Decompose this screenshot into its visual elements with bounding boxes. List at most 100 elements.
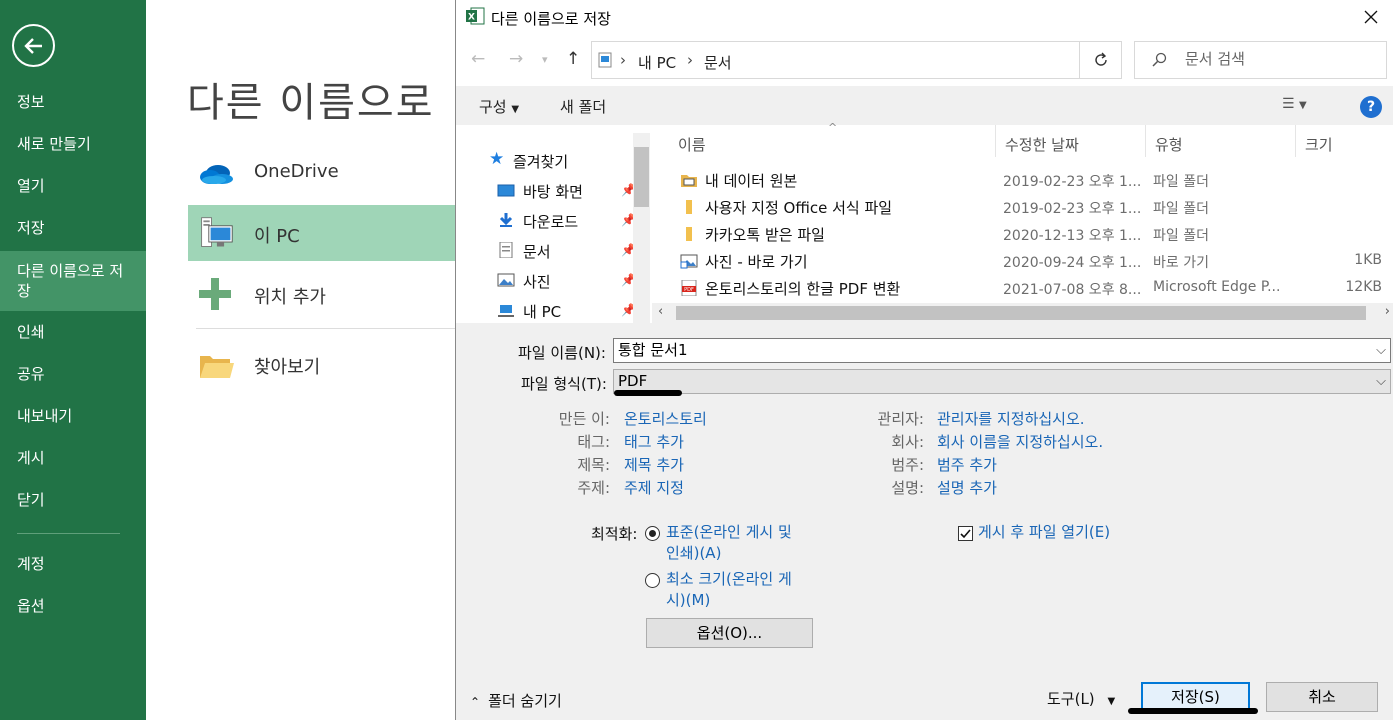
category-label: 범주: — [891, 456, 924, 474]
file-date: 2019-02-23 오후 1... — [1003, 174, 1142, 190]
folder-icon — [200, 356, 234, 378]
manager-label: 관리자: — [877, 410, 924, 428]
close-icon — [1364, 10, 1378, 24]
back-arrow-icon[interactable]: ← — [471, 49, 485, 69]
recent-dropdown-icon[interactable]: ▾ — [542, 53, 548, 66]
column-header-date[interactable]: 수정한 날짜 — [1005, 134, 1079, 155]
computer-small-icon — [598, 52, 612, 68]
options-button[interactable]: 옵션(O)... — [646, 618, 813, 648]
tree-item-this-pc[interactable]: 내 PC 📌 — [497, 298, 677, 324]
save-as-dialog: X 다른 이름으로 저장 ← → ▾ ↑ › 내 PC › 문서 문서 검색 구… — [455, 0, 1393, 720]
category-value[interactable]: 범주 추가 — [937, 454, 997, 475]
back-button[interactable] — [12, 24, 55, 67]
new-folder-button[interactable]: 새 폴더 — [560, 96, 606, 117]
hide-folders-toggle[interactable]: ⌃ 폴더 숨기기 — [470, 690, 562, 711]
file-row[interactable]: 내 데이터 원본 2019-02-23 오후 1... 파일 폴더 — [672, 167, 1388, 194]
breadcrumb[interactable]: › 내 PC › 문서 — [591, 41, 1122, 79]
column-header-type[interactable]: 유형 — [1155, 134, 1183, 155]
hide-folders-label: 폴더 숨기기 — [488, 692, 562, 710]
filename-input[interactable]: 통합 문서1 ⌵ — [613, 338, 1391, 363]
optimize-minimum-label[interactable]: 최소 크기(온라인 게 시)(M) — [666, 569, 792, 611]
tree-item-desktop[interactable]: 바탕 화면 📌 — [497, 178, 677, 204]
file-row[interactable]: PDF 온토리스토리의 한글 PDF 변환 2021-07-08 오후 8...… — [672, 275, 1388, 302]
refresh-button[interactable] — [1079, 41, 1122, 79]
file-date: 2021-07-08 오후 8... — [1003, 282, 1142, 298]
nav-save-as[interactable]: 다른 이름으로 저 장 — [0, 251, 146, 311]
shortcut-icon — [680, 254, 698, 269]
scroll-left-icon[interactable]: ‹ — [658, 304, 663, 319]
title-meta-value[interactable]: 제목 추가 — [624, 454, 684, 475]
author-label: 만든 이: — [558, 410, 610, 428]
nav-publish[interactable]: 게시 — [0, 448, 146, 468]
location-this-pc-label: 이 PC — [254, 226, 300, 247]
nav-open[interactable]: 열기 — [0, 176, 146, 196]
view-options-icon[interactable]: ☰ ▼ — [1282, 96, 1307, 112]
tree-item-downloads[interactable]: 다운로드 📌 — [497, 208, 677, 234]
open-after-publish-label[interactable]: 게시 후 파일 열기(E) — [978, 522, 1110, 543]
search-input[interactable] — [1185, 50, 1375, 68]
close-button[interactable] — [1348, 0, 1393, 34]
filetype-select[interactable]: PDF ⌵ — [613, 369, 1391, 394]
author-value[interactable]: 온토리스토리 — [624, 408, 707, 429]
comments-value[interactable]: 설명 추가 — [937, 477, 997, 498]
breadcrumb-item[interactable]: 문서 — [704, 52, 732, 73]
tree-item-label: 다운로드 — [523, 213, 579, 231]
pc-icon — [201, 217, 233, 247]
location-add-place[interactable]: 위치 추가 — [188, 266, 468, 322]
file-size: 12KB — [1345, 279, 1382, 295]
chevron-down-icon[interactable]: ⌵ — [1376, 339, 1386, 362]
open-after-publish-checkbox[interactable] — [958, 526, 973, 541]
horizontal-scrollbar-thumb[interactable] — [676, 306, 1366, 320]
tree-item-label: 바탕 화면 — [523, 183, 583, 201]
up-arrow-icon[interactable]: ↑ — [566, 49, 580, 69]
nav-info[interactable]: 정보 — [0, 92, 146, 112]
location-onedrive[interactable]: OneDrive — [188, 144, 468, 200]
tree-item-pictures[interactable]: 사진 📌 — [497, 268, 677, 294]
nav-close[interactable]: 닫기 — [0, 490, 146, 510]
subject-label: 주제: — [577, 479, 610, 497]
optimize-standard-label[interactable]: 표준(온라인 게시 및 인쇄)(A) — [666, 522, 792, 564]
file-name: 카카오톡 받은 파일 — [705, 226, 825, 244]
nav-share[interactable]: 공유 — [0, 364, 146, 384]
breadcrumb-item[interactable]: 내 PC — [638, 52, 676, 73]
search-box[interactable] — [1134, 41, 1387, 79]
manager-value[interactable]: 관리자를 지정하십시오. — [937, 408, 1085, 429]
optimize-standard-radio[interactable] — [645, 526, 660, 541]
column-header-size[interactable]: 크기 — [1305, 134, 1333, 155]
location-this-pc[interactable]: 이 PC — [188, 205, 468, 261]
company-value[interactable]: 회사 이름을 지정하십시오. — [937, 431, 1103, 452]
search-icon — [1152, 52, 1167, 67]
nav-new[interactable]: 새로 만들기 — [0, 134, 146, 154]
nav-save[interactable]: 저장 — [0, 218, 146, 238]
horizontal-scrollbar[interactable]: ‹ › — [652, 303, 1393, 323]
back-arrow-icon — [24, 38, 42, 54]
forward-arrow-icon[interactable]: → — [509, 49, 523, 69]
location-browse-label: 찾아보기 — [254, 357, 321, 378]
tools-menu[interactable]: 도구(L) ▼ — [1047, 688, 1115, 709]
file-date: 2019-02-23 오후 1... — [1003, 201, 1142, 217]
organize-label: 구성 — [479, 98, 507, 116]
pdf-icon: PDF — [681, 280, 697, 296]
file-row[interactable]: 카카오톡 받은 파일 2020-12-13 오후 1... 파일 폴더 — [672, 221, 1388, 248]
tags-value[interactable]: 태그 추가 — [624, 431, 684, 452]
plus-icon — [199, 278, 231, 310]
optimize-minimum-radio[interactable] — [645, 573, 660, 588]
help-button[interactable]: ? — [1360, 96, 1382, 118]
file-row[interactable]: 사용자 지정 Office 서식 파일 2019-02-23 오후 1... 파… — [672, 194, 1388, 221]
organize-button[interactable]: 구성 ▼ — [479, 96, 519, 117]
tree-scrollbar-thumb[interactable] — [634, 147, 649, 207]
excel-icon: X — [466, 7, 485, 25]
subject-value[interactable]: 주제 지정 — [624, 477, 684, 498]
nav-divider — [17, 533, 120, 534]
location-browse[interactable]: 찾아보기 — [188, 336, 468, 392]
scroll-right-icon[interactable]: › — [1385, 304, 1390, 319]
file-type: 파일 폴더 — [1153, 228, 1209, 244]
nav-print[interactable]: 인쇄 — [0, 322, 146, 342]
nav-options[interactable]: 옵션 — [0, 596, 146, 616]
file-row[interactable]: 사진 - 바로 가기 2020-09-24 오후 1... 바로 가기 1KB — [672, 248, 1388, 275]
nav-account[interactable]: 계정 — [0, 554, 146, 574]
cancel-button[interactable]: 취소 — [1266, 682, 1378, 712]
tree-item-documents[interactable]: 문서 📌 — [497, 238, 677, 264]
column-header-name[interactable]: 이름 — [678, 134, 706, 155]
nav-export[interactable]: 내보내기 — [0, 406, 146, 426]
